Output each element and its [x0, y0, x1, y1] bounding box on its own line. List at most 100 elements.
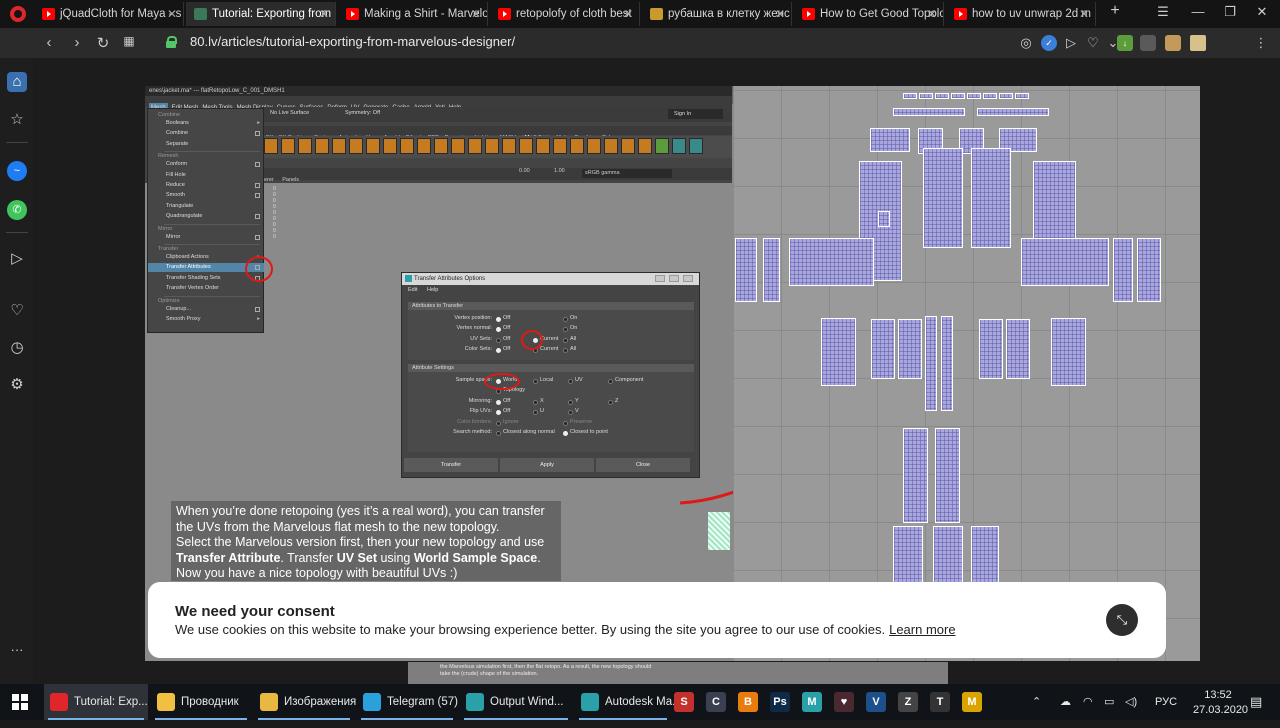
section-settings[interactable]: Attribute Settings — [408, 364, 694, 372]
shelf-tool-icon[interactable] — [689, 138, 703, 154]
option-box-icon[interactable] — [255, 183, 260, 188]
shelf-tool-icon[interactable] — [536, 138, 550, 154]
shelf-tool-icon[interactable] — [451, 138, 465, 154]
menu-item[interactable]: Booleans ▸ — [148, 119, 264, 128]
pinned-app-icon[interactable]: Ps — [770, 692, 790, 712]
pinned-app-icon[interactable]: M — [962, 692, 982, 712]
send-icon[interactable]: ▷ — [7, 249, 27, 269]
vertex-position-on[interactable]: On — [563, 315, 577, 322]
dialog-menu-edit[interactable]: Edit — [408, 287, 417, 293]
messenger-icon[interactable]: ~ — [7, 161, 27, 181]
star-icon[interactable]: ☆ — [7, 110, 27, 130]
taskbar-window[interactable]: Output Wind... — [460, 684, 572, 720]
apply-button[interactable]: Apply — [500, 458, 594, 472]
more-icon[interactable]: ··· — [7, 640, 27, 660]
menu-item[interactable]: Separate — [148, 140, 264, 149]
shelf-tool-icon[interactable] — [298, 138, 312, 154]
sign-in-button[interactable]: Sign In — [668, 109, 723, 119]
tray-chevron-icon[interactable]: ⌃ — [1032, 684, 1041, 720]
browser-tab[interactable]: retopolofy of cloth best ✕ — [490, 2, 640, 26]
close-tab-icon[interactable]: ✕ — [623, 2, 633, 26]
taskbar-window[interactable]: Проводник — [151, 684, 251, 720]
extension-avatar-icon[interactable] — [1165, 35, 1181, 51]
exposure-value[interactable]: 0.00 — [519, 168, 530, 174]
shelf-tool-icon[interactable] — [604, 138, 618, 154]
symmetry[interactable]: Symmetry: Off — [345, 110, 380, 116]
menu-item[interactable]: Reduce — [148, 181, 264, 190]
volume-icon[interactable]: ◁) — [1125, 684, 1137, 720]
clock-date[interactable]: 27.03.2020 — [1193, 692, 1248, 728]
close-window-icon[interactable]: ✕ — [1247, 4, 1277, 20]
pinned-app-icon[interactable]: T — [930, 692, 950, 712]
flip-uvs-off[interactable]: Off — [496, 408, 510, 415]
option-box-icon[interactable] — [255, 162, 260, 168]
home-icon[interactable]: ⌂ — [7, 72, 27, 92]
option-box-icon[interactable] — [255, 234, 260, 240]
tab-menu-icon[interactable]: ☰ — [1148, 4, 1178, 20]
option-box-icon[interactable] — [255, 193, 260, 199]
pinned-app-icon[interactable]: M — [802, 692, 822, 712]
heart-icon[interactable]: ♡ — [1085, 35, 1101, 51]
shelf-tool-icon[interactable] — [315, 138, 329, 154]
dialog-menu-help[interactable]: Help — [427, 287, 438, 293]
shelf-tool-icon[interactable] — [621, 138, 635, 154]
pinned-app-icon[interactable]: Z — [898, 692, 918, 712]
color-borders-preserve[interactable]: Preserve — [563, 419, 592, 426]
browser-tab[interactable]: jQuadCloth for Maya - s ✕ — [34, 2, 184, 26]
gamma-value[interactable]: 1.00 — [554, 168, 565, 174]
tabs-grid-icon[interactable]: ▦ — [118, 34, 140, 48]
close-icon[interactable] — [683, 275, 693, 282]
shelf-tool-icon[interactable] — [553, 138, 567, 154]
pinned-app-icon[interactable]: C — [706, 692, 726, 712]
menu-item[interactable]: Mirror — [148, 233, 264, 242]
color-borders-ignore[interactable]: Ignore — [496, 419, 519, 426]
shelf-tool-icon[interactable] — [349, 138, 363, 154]
display-icon[interactable]: ▭ — [1104, 684, 1114, 720]
settings-gear-icon[interactable]: ⚙ — [7, 375, 27, 395]
minimize-icon[interactable] — [655, 275, 665, 282]
search-closest-normal[interactable]: Closest along normal — [496, 429, 555, 436]
menu-item[interactable]: Triangulate — [148, 202, 264, 211]
extension-cube-icon[interactable] — [1140, 35, 1156, 51]
live-surface[interactable]: No Live Surface — [270, 110, 309, 116]
taskbar-window[interactable]: Изображения — [254, 684, 356, 720]
start-icon[interactable] — [12, 694, 28, 710]
shelf-tool-icon[interactable] — [434, 138, 448, 154]
pinned-app-icon[interactable]: B — [738, 692, 758, 712]
taskbar-window[interactable]: Telegram (57) — [357, 684, 458, 720]
url-field[interactable]: 80.lv/articles/tutorial-exporting-from-m… — [190, 34, 515, 49]
accept-icon[interactable]: ⤡ — [1106, 604, 1138, 636]
menu-item[interactable]: Cleanup... — [148, 305, 264, 314]
close-tab-icon[interactable]: ✕ — [1079, 2, 1089, 26]
flip-uvs-u[interactable]: U — [533, 408, 544, 415]
option-box-icon[interactable] — [255, 131, 260, 137]
shelf-tool-icon[interactable] — [672, 138, 686, 154]
browser-tab[interactable]: How to Get Good Topolo ✕ — [794, 2, 944, 26]
shelf-tool-icon[interactable] — [366, 138, 380, 154]
camera-icon[interactable]: ◎ — [1018, 35, 1034, 51]
vertex-normal-on[interactable]: On — [563, 325, 577, 332]
shield-icon[interactable]: ✓ — [1041, 35, 1057, 51]
shelf-tool-icon[interactable] — [468, 138, 482, 154]
shelf-tool-icon[interactable] — [638, 138, 652, 154]
taskbar-window[interactable]: Tutorial: Exp... — [44, 684, 148, 720]
shelf-tool-icon[interactable] — [417, 138, 431, 154]
color-sets-all[interactable]: All — [563, 346, 576, 353]
colorspace-select[interactable]: sRGB gamma — [582, 169, 672, 178]
close-tab-icon[interactable]: ✕ — [319, 2, 329, 26]
pinned-app-icon[interactable]: ♥ — [834, 692, 854, 712]
learn-more-link[interactable]: Learn more — [889, 622, 955, 637]
shelf-tool-icon[interactable] — [519, 138, 533, 154]
section-attributes[interactable]: Attributes to Transfer — [408, 302, 694, 310]
option-box-icon[interactable] — [255, 306, 260, 312]
mirroring-x[interactable]: X — [533, 398, 544, 405]
language-indicator[interactable]: РУС — [1155, 684, 1177, 720]
option-box-icon[interactable] — [255, 214, 260, 220]
browser-tab[interactable]: Making a Shirt - Marvelo ✕ — [338, 2, 488, 26]
shelf-tool-icon[interactable] — [655, 138, 669, 154]
opera-menu-icon[interactable] — [10, 6, 26, 22]
mirroring-z[interactable]: Z — [608, 398, 618, 405]
flip-uvs-v[interactable]: V — [568, 408, 579, 415]
browser-tab[interactable]: how to uv unwrap 2d m ✕ — [946, 2, 1096, 26]
shelf-tool-icon[interactable] — [332, 138, 346, 154]
